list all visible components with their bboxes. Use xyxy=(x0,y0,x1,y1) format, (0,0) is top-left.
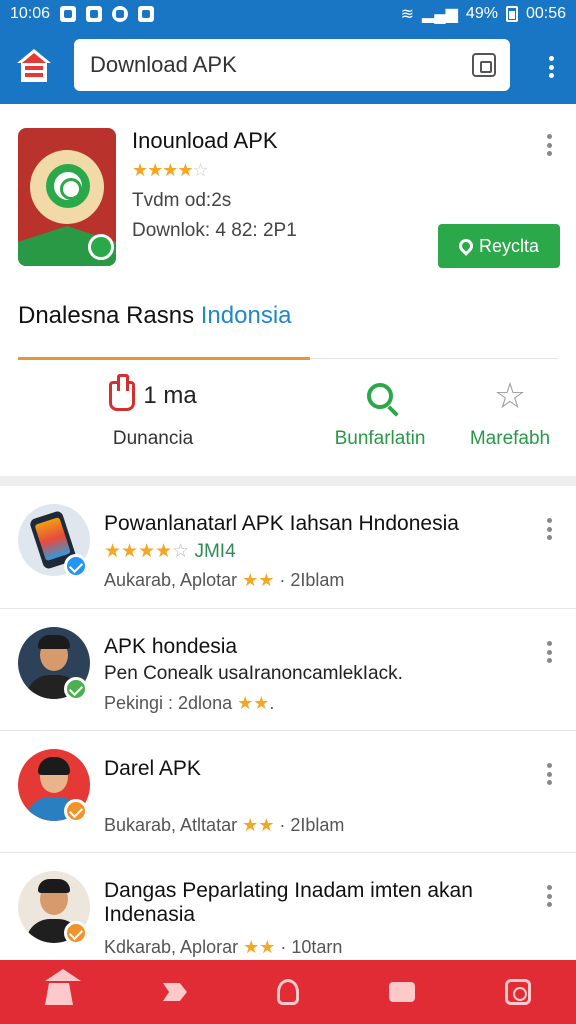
item-title: Dangas Peparlating Inadam imten akan Ind… xyxy=(104,879,473,926)
status-bar: 10:06 ≋ ▂▄▆ 49% 00:56 xyxy=(0,0,576,28)
mail-icon xyxy=(60,6,77,22)
app-version: Tvdm od:2s xyxy=(132,190,232,211)
star-icon: ★★ xyxy=(242,815,275,835)
list-item[interactable]: Darel APK Bukarab, Atltatar ★★ · 2Iblam xyxy=(0,730,576,852)
wifi-icon: ≋ xyxy=(400,6,414,23)
section-heading: Dnalesna Rasns Indonsia xyxy=(18,302,292,330)
item-subtitle: Pen Conealk usaIranoncamlekIack. xyxy=(104,663,403,684)
item-meta: Kdkarab, Aplorar ★★ · 10tarn xyxy=(104,937,342,958)
item-meta: Bukarab, Atltatar ★★ · 2Iblam xyxy=(104,815,344,836)
app-downloads: Downlok: 4 82: 2P1 xyxy=(132,220,297,241)
app-more-options-icon[interactable] xyxy=(546,134,552,156)
stat-marefabh[interactable]: ☆ Marefabh xyxy=(456,376,564,450)
item-more-options-icon[interactable] xyxy=(546,641,552,663)
status-clock: 00:56 xyxy=(525,5,566,22)
item-meta: Pekingi : 2dlona ★★. xyxy=(104,693,274,714)
install-button-label: Reyclta xyxy=(478,235,540,256)
install-button[interactable]: Reyclta xyxy=(438,224,560,268)
section-heading-accent: Indonsia xyxy=(200,302,292,329)
signal-icon: ▂▄▆ xyxy=(421,6,458,23)
scan-icon[interactable] xyxy=(472,53,496,77)
shield-icon xyxy=(138,6,155,22)
battery-icon xyxy=(505,6,518,22)
item-tag: JMI4 xyxy=(194,541,236,562)
list-item[interactable]: Dangas Peparlating Inadam imten akan Ind… xyxy=(0,852,576,974)
item-meta-suffix: · 10tarn xyxy=(280,937,343,957)
item-meta-text: Pekingi : 2dlona xyxy=(104,693,233,713)
search-bar[interactable] xyxy=(74,39,510,91)
star-icon: ★★ xyxy=(237,693,270,713)
toolbar xyxy=(0,28,576,104)
search-input[interactable] xyxy=(90,52,450,78)
item-meta-text: Bukarab, Atltatar xyxy=(104,815,238,835)
thumbs-up-icon xyxy=(109,374,136,411)
stat-label: Dunancia xyxy=(112,428,194,449)
item-meta-suffix: . xyxy=(269,693,275,713)
item-more-options-icon[interactable] xyxy=(546,518,552,540)
app-rating-stars: ★★★★☆ xyxy=(132,160,209,180)
magnify-icon xyxy=(367,383,393,409)
notification-icon xyxy=(86,6,103,22)
item-meta-text: Kdkarab, Aplorar xyxy=(104,937,239,957)
sync-icon xyxy=(112,6,129,22)
apps-icon[interactable] xyxy=(505,979,531,1005)
verified-badge-icon xyxy=(64,677,88,701)
item-meta-text: Aukarab, Aplotar xyxy=(104,570,238,590)
message-icon[interactable] xyxy=(389,982,415,1002)
verified-badge-icon xyxy=(64,554,88,578)
profile-icon[interactable] xyxy=(277,979,299,1005)
battery-percent: 49% xyxy=(465,5,498,22)
bottom-navigation xyxy=(0,960,576,1024)
app-title: Inounload APK xyxy=(132,128,278,153)
item-meta: Aukarab, Aplotar ★★ · 2Iblam xyxy=(104,570,344,591)
verified-badge-icon xyxy=(64,921,88,945)
location-pin-icon xyxy=(456,236,476,256)
tag-icon[interactable] xyxy=(163,983,187,1001)
stat-dunancia[interactable]: 1 ma Dunancia xyxy=(60,374,246,450)
item-meta-suffix: · 2Iblam xyxy=(279,815,345,835)
rating-stars: ★★★★ xyxy=(104,541,173,562)
list-item[interactable]: APK hondesia Pen Conealk usaIranoncamlek… xyxy=(0,608,576,730)
section-separator xyxy=(0,476,576,486)
home-icon[interactable] xyxy=(45,969,81,1005)
item-title: APK hondesia xyxy=(104,635,238,658)
stat-value: 1 ma xyxy=(143,382,197,409)
section-heading-main: Dnalesna Rasns xyxy=(18,302,201,329)
verified-badge-icon xyxy=(64,799,88,823)
item-more-options-icon[interactable] xyxy=(546,885,552,907)
item-meta-suffix: · 2Iblam xyxy=(279,570,345,590)
stat-label: Marefabh xyxy=(469,428,551,449)
status-time: 10:06 xyxy=(10,5,51,22)
star-icon: ★★ xyxy=(243,937,276,957)
list-item[interactable]: Powanlanatarl APK Iahsan Hndonesia ★★★★☆… xyxy=(0,486,576,608)
star-icon: ★★ xyxy=(242,570,275,590)
house-logo-icon[interactable] xyxy=(14,46,54,86)
app-icon[interactable] xyxy=(18,128,116,266)
stat-bunfarlatin[interactable]: Bunfarlatin xyxy=(318,376,442,450)
item-title: Powanlanatarl APK Iahsan Hndonesia xyxy=(104,512,459,535)
item-more-options-icon[interactable] xyxy=(546,763,552,785)
more-options-icon[interactable] xyxy=(548,56,554,78)
item-rating: ★★★★☆ JMI4 xyxy=(104,541,236,562)
active-tab-indicator xyxy=(18,357,310,360)
star-outline-icon: ☆ xyxy=(493,375,527,416)
stat-label: Bunfarlatin xyxy=(334,428,426,449)
app-detail-card: Inounload APK ★★★★☆ Tvdm od:2s Downlok: … xyxy=(0,104,576,476)
item-title: Darel APK xyxy=(104,757,201,780)
